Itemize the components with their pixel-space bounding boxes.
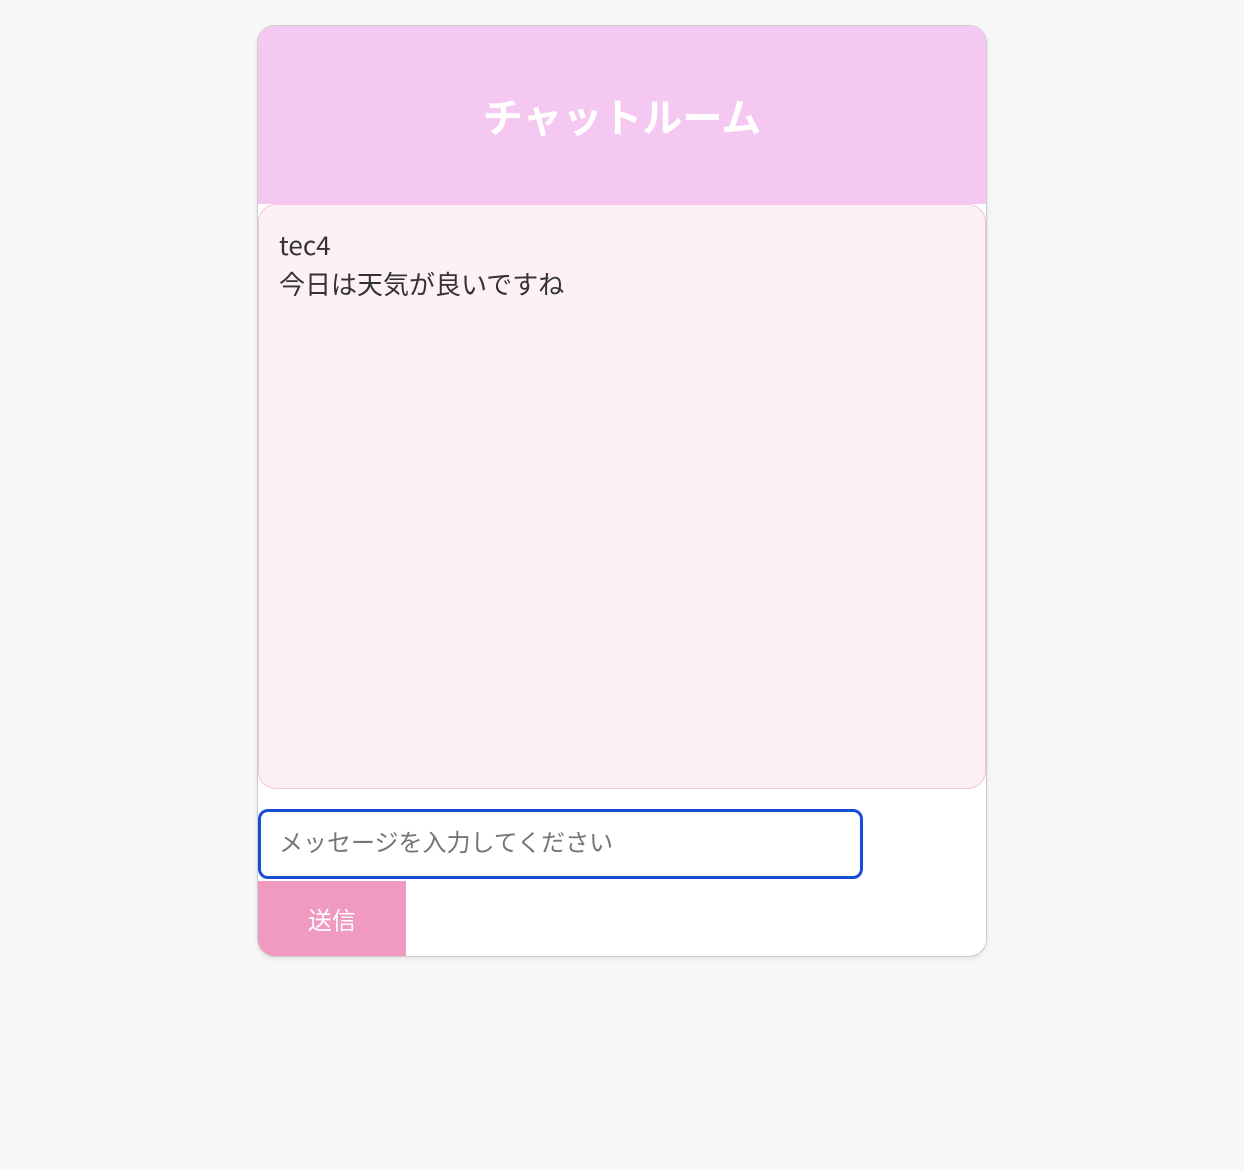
messages-panel[interactable]: tec4 今日は天気が良いですね [258,204,986,789]
chat-header: チャットルーム [258,26,986,204]
page-title: チャットルーム [483,86,761,144]
input-area: 送信 [258,789,986,956]
message-item: tec4 今日は天気が良いですね [279,225,965,303]
send-button[interactable]: 送信 [258,881,406,956]
message-text: 今日は天気が良いですね [279,264,965,303]
chat-container: チャットルーム tec4 今日は天気が良いですね 送信 [257,25,987,957]
message-user: tec4 [279,225,965,264]
message-input[interactable] [258,809,863,879]
